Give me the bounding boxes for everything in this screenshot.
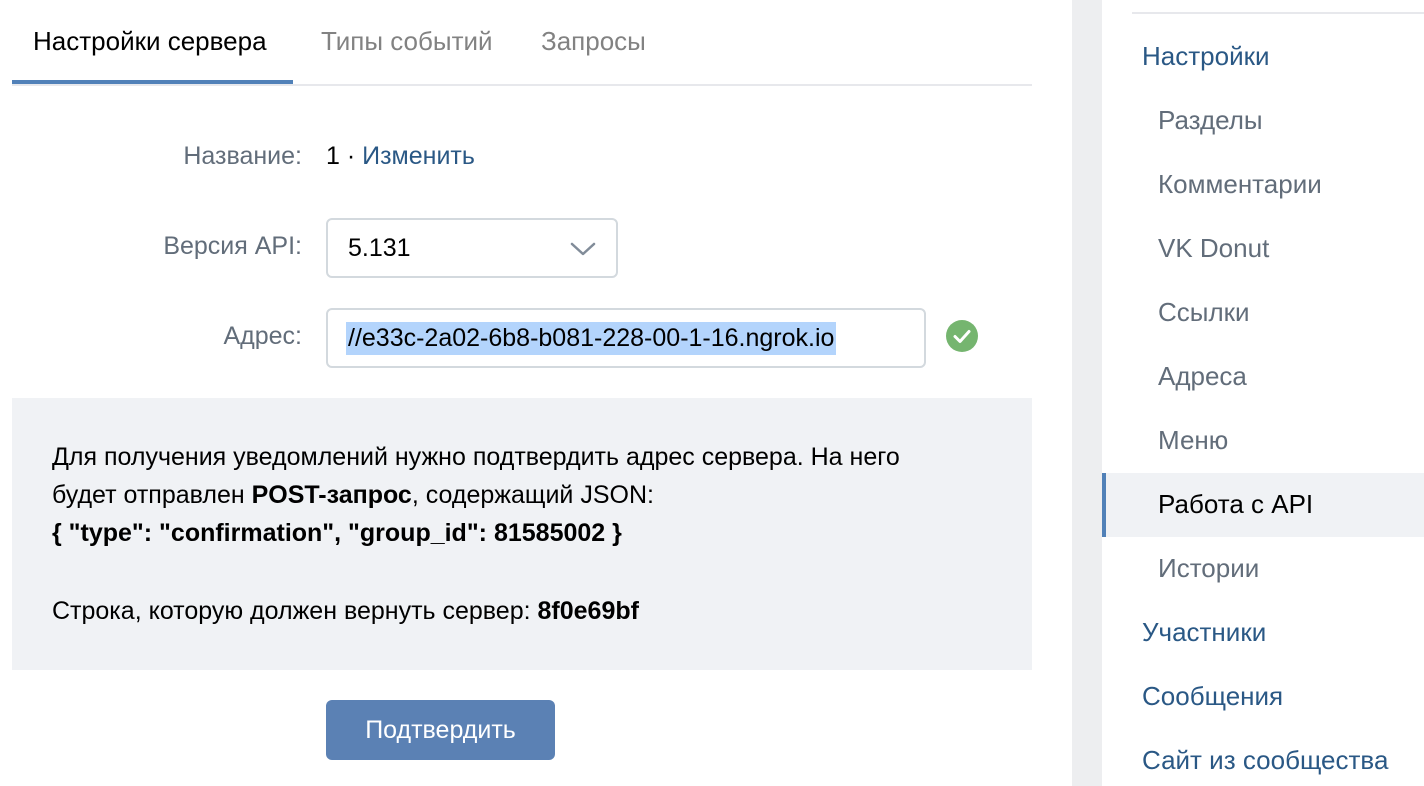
api-version-value: 5.131 xyxy=(348,234,411,262)
tab-server-settings[interactable]: Настройки сервера xyxy=(33,26,267,57)
sidebar-item-label: Работа с API xyxy=(1158,489,1314,519)
sidebar-item-messages[interactable]: Сообщения xyxy=(1102,665,1424,729)
page-gutter xyxy=(1072,0,1102,786)
sidebar-item-community-site[interactable]: Сайт из сообщества xyxy=(1102,729,1424,786)
sidebar-item-members[interactable]: Участники xyxy=(1102,601,1424,665)
sidebar-item-label: Участники xyxy=(1142,617,1267,647)
confirm-button[interactable]: Подтвердить xyxy=(326,700,555,760)
check-circle-icon xyxy=(946,320,978,352)
sidebar-item-label: Комментарии xyxy=(1158,169,1322,199)
sidebar-item-label: VK Donut xyxy=(1158,233,1270,263)
address-input[interactable]: //e33c-2a02-6b8-b081-228-00-1-16.ngrok.i… xyxy=(326,308,926,368)
sidebar-item-stories[interactable]: Истории xyxy=(1102,537,1424,601)
address-label: Адрес: xyxy=(223,322,302,350)
server-name: 1 · xyxy=(326,142,363,170)
confirmation-code: 8f0e69bf xyxy=(537,597,639,625)
post-request-text: POST-запрос xyxy=(251,481,412,509)
info-json: { "type": "confirmation", "group_id": 81… xyxy=(52,514,622,552)
sidebar-item-addresses[interactable]: Адреса xyxy=(1102,345,1424,409)
settings-sidebar: Настройки Разделы Комментарии VK Donut С… xyxy=(1102,0,1424,786)
sidebar-item-label: Настройки xyxy=(1142,41,1270,71)
sidebar-item-label: Истории xyxy=(1158,553,1260,583)
sidebar-item-label: Разделы xyxy=(1158,105,1263,135)
active-tab-indicator xyxy=(12,80,293,84)
name-label: Название: xyxy=(183,142,302,170)
info-line-2-pre: будет отправлен xyxy=(52,481,252,509)
sidebar-item-settings[interactable]: Настройки xyxy=(1102,25,1424,89)
chevron-down-icon xyxy=(570,242,596,256)
main-panel: Настройки сервера Типы событий Запросы Н… xyxy=(0,0,1072,786)
info-line-2: будет отправлен POST-запрос, содержащий … xyxy=(52,476,654,514)
sidebar-item-label: Ссылки xyxy=(1158,297,1250,327)
api-version-select[interactable]: 5.131 xyxy=(326,218,618,278)
sidebar-item-links[interactable]: Ссылки xyxy=(1102,281,1424,345)
api-version-label: Версия API: xyxy=(163,232,302,260)
info-line-4-pre: Строка, которую должен вернуть сервер: xyxy=(52,597,538,625)
sidebar-item-api[interactable]: Работа с API xyxy=(1102,473,1424,537)
sidebar-item-sections[interactable]: Разделы xyxy=(1102,89,1424,153)
tab-requests[interactable]: Запросы xyxy=(541,26,646,57)
name-value: 1 · Изменить xyxy=(326,142,475,171)
info-line-4: Строка, которую должен вернуть сервер: 8… xyxy=(52,592,639,630)
info-line-1: Для получения уведомлений нужно подтверд… xyxy=(52,443,900,471)
sidebar-item-label: Сообщения xyxy=(1142,681,1284,711)
sidebar-item-vk-donut[interactable]: VK Donut xyxy=(1102,217,1424,281)
tab-event-types[interactable]: Типы событий xyxy=(321,26,493,57)
address-input-value: //e33c-2a02-6b8-b081-228-00-1-16.ngrok.i… xyxy=(346,322,837,355)
tabs-bar: Настройки сервера Типы событий Запросы xyxy=(12,0,1032,86)
sidebar-item-comments[interactable]: Комментарии xyxy=(1102,153,1424,217)
json-payload: { "type": "confirmation", "group_id": 81… xyxy=(52,519,622,547)
sidebar-item-label: Сайт из сообщества xyxy=(1142,745,1389,775)
sidebar-item-label: Адреса xyxy=(1158,361,1247,391)
sidebar-item-menu[interactable]: Меню xyxy=(1102,409,1424,473)
sidebar-item-label: Меню xyxy=(1158,425,1229,455)
info-line-2-post: , содержащий JSON: xyxy=(411,481,654,509)
change-name-link[interactable]: Изменить xyxy=(362,142,475,170)
sidebar-divider xyxy=(1132,12,1424,14)
confirmation-info-box: Для получения уведомлений нужно подтверд… xyxy=(12,398,1032,670)
